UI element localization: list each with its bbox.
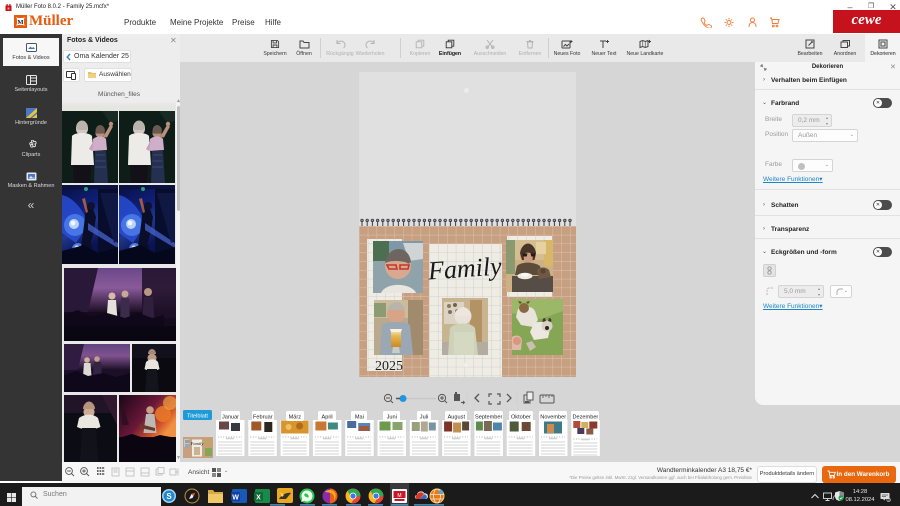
- svg-text:Family: Family: [426, 251, 503, 285]
- svg-text:M: M: [397, 493, 401, 499]
- svg-text:November: November: [540, 415, 566, 421]
- svg-text:April: April: [321, 415, 332, 421]
- svg-text:S: S: [166, 492, 172, 501]
- svg-text:Februar: Februar: [253, 415, 273, 421]
- svg-text:3: 3: [888, 498, 890, 502]
- svg-text:Juli: Juli: [420, 415, 428, 421]
- svg-text:M: M: [17, 19, 23, 26]
- svg-text:Titelblatt: Titelblatt: [187, 414, 208, 420]
- svg-text:August: August: [448, 415, 466, 421]
- svg-text:März: März: [289, 415, 302, 421]
- svg-text:2025: 2025: [375, 359, 403, 374]
- svg-text:X: X: [256, 495, 261, 502]
- svg-text:Mai: Mai: [355, 415, 364, 421]
- svg-text:Oktober: Oktober: [511, 415, 531, 421]
- svg-text:W: W: [232, 495, 239, 502]
- svg-text:Januar: Januar: [222, 415, 239, 421]
- svg-text:Dezember: Dezember: [572, 415, 598, 421]
- svg-text:September: September: [475, 415, 502, 421]
- svg-text:Juni: Juni: [387, 415, 397, 421]
- svg-text:Family: Family: [190, 441, 204, 446]
